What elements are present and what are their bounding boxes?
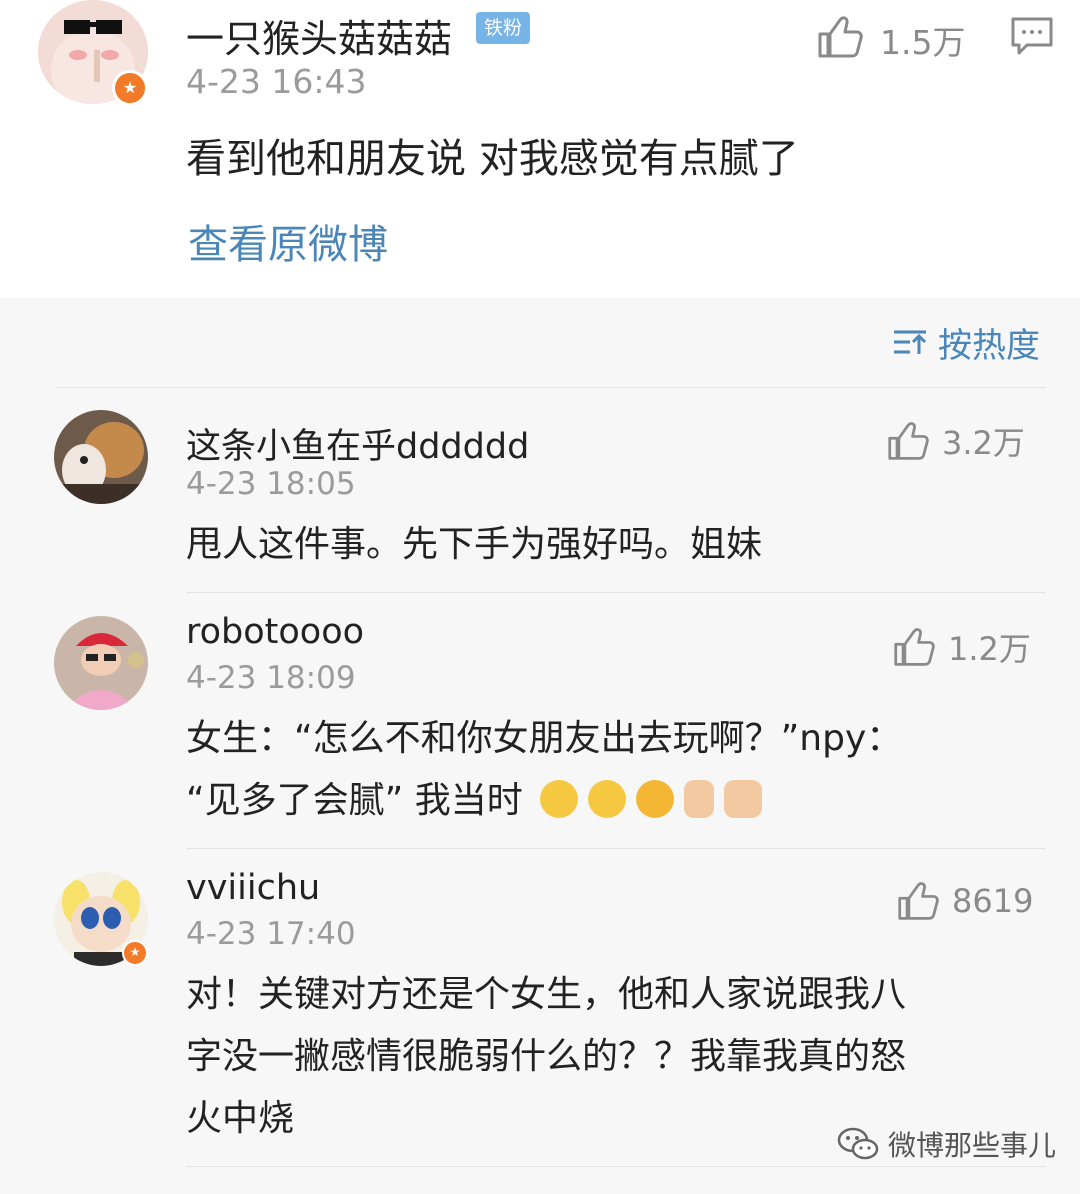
comment-username[interactable]: vviiichu bbox=[186, 868, 320, 908]
post-like-count: 1.5万 bbox=[880, 23, 966, 62]
comment-like-button[interactable]: 3.2万 bbox=[886, 418, 1025, 464]
comment-text-line: 甩人这件事。先下手为强好吗。姐妹 bbox=[186, 524, 763, 565]
thumbs-up-emoji-icon bbox=[684, 780, 715, 818]
divider bbox=[186, 848, 1046, 849]
watermark: 微博那些事儿 bbox=[836, 1124, 1056, 1164]
comment-text: 对！关键对方还是个女生，他和人家说跟我八 字没一撇感情很脆弱什么的？？我靠我真的… bbox=[186, 964, 1006, 1150]
comment-like-count: 8619 bbox=[952, 882, 1034, 920]
wechat-icon bbox=[837, 1127, 879, 1160]
view-original-link[interactable]: 查看原微博 bbox=[188, 212, 388, 270]
comment-like-count: 3.2万 bbox=[942, 424, 1025, 462]
sort-lines-icon bbox=[894, 330, 927, 354]
divider bbox=[186, 1166, 1046, 1167]
divider bbox=[186, 592, 1046, 593]
post-username[interactable]: 一只猴头菇菇菇 bbox=[186, 8, 452, 63]
comment-avatar[interactable] bbox=[54, 616, 148, 710]
smile-emoji-icon bbox=[588, 780, 627, 818]
smile-emoji-icon bbox=[540, 780, 579, 818]
post-text: 看到他和朋友说 对我感觉有点腻了 bbox=[186, 136, 799, 182]
comment-text-line: 字没一撇感情很脆弱什么的？？我靠我真的怒 bbox=[186, 1036, 907, 1077]
comment-like-button[interactable]: 1.2万 bbox=[892, 624, 1031, 670]
post-time: 4-23 16:43 bbox=[186, 62, 367, 101]
verified-star-icon: ★ bbox=[122, 940, 148, 966]
comment-icon[interactable] bbox=[1010, 16, 1054, 56]
thumbs-up-icon bbox=[888, 422, 929, 460]
comment-text-line: 女生：“怎么不和你女朋友出去玩啊？”npy： bbox=[186, 718, 903, 759]
verified-star-icon: ★ bbox=[112, 70, 148, 106]
comment-avatar[interactable] bbox=[54, 410, 148, 504]
comment-like-count: 1.2万 bbox=[948, 630, 1031, 668]
comment-time: 4-23 17:40 bbox=[186, 916, 356, 952]
comment-like-button[interactable]: 8619 bbox=[896, 880, 1033, 922]
comment-username[interactable]: 这条小鱼在乎dddddd bbox=[186, 418, 529, 469]
divider bbox=[56, 387, 1046, 388]
comment-time: 4-23 18:05 bbox=[186, 466, 356, 502]
thumbs-up-icon bbox=[894, 628, 935, 666]
comment-username[interactable]: robotoooo bbox=[186, 612, 364, 652]
fan-badge: 铁粉 bbox=[476, 12, 530, 44]
comment-text: 女生：“怎么不和你女朋友出去玩啊？”npy： “见多了会腻” 我当时 bbox=[186, 708, 1006, 832]
comment-text: 甩人这件事。先下手为强好吗。姐妹 bbox=[186, 514, 1006, 576]
ok-hand-emoji-icon bbox=[724, 780, 763, 818]
comment-text-fragment: “见多了会腻” 我当时 bbox=[186, 780, 523, 821]
watermark-text: 微博那些事儿 bbox=[888, 1129, 1057, 1162]
sort-by-hot-button[interactable]: 按热度 bbox=[892, 320, 1040, 366]
original-post: ★ 一只猴头菇菇菇 铁粉 4-23 16:43 1.5万 看到他和朋友说 对我感… bbox=[0, 0, 1080, 298]
comment-time: 4-23 18:09 bbox=[186, 660, 356, 696]
thumbs-up-icon bbox=[898, 882, 939, 920]
sort-label: 按热度 bbox=[938, 325, 1040, 366]
thumbs-up-icon[interactable] bbox=[816, 14, 864, 60]
comment-text-line: 对！关键对方还是个女生，他和人家说跟我八 bbox=[186, 974, 907, 1015]
comment-text-line: “见多了会腻” 我当时 bbox=[186, 770, 1006, 832]
grin-emoji-icon bbox=[636, 780, 675, 818]
